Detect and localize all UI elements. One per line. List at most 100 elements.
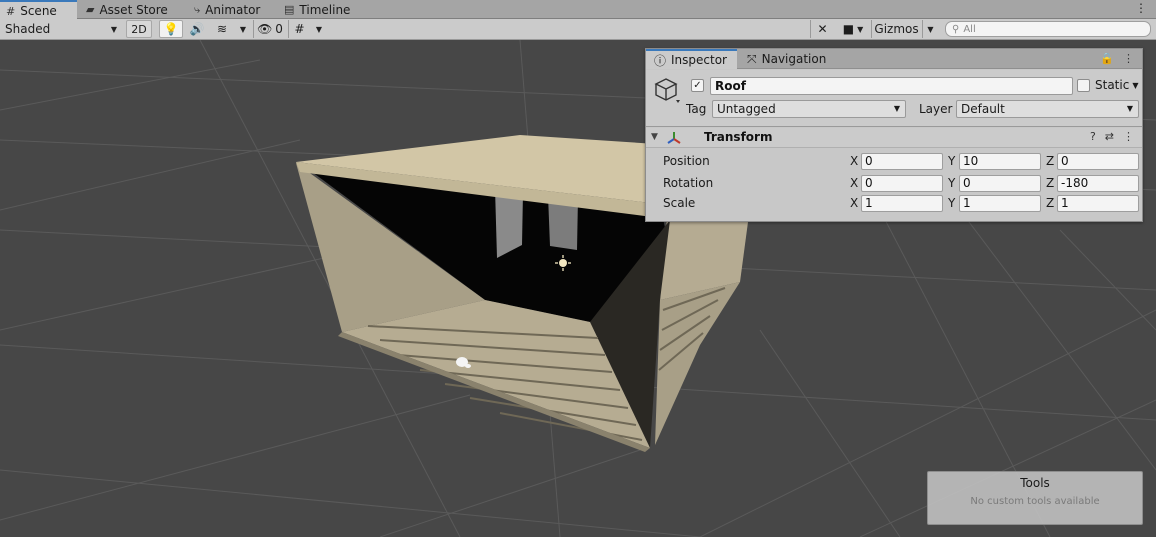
scene-toolbar: Shaded ▼ 2D 💡 🔊 ≋ ▼ 👁 0 # ▼ ✕ ■ ▼ Gizmos… <box>0 19 1156 40</box>
camera-icon: ■ <box>842 22 855 36</box>
scene-visibility-button[interactable]: 👁 0 <box>253 20 286 38</box>
chevron-down-icon: ▼ <box>927 24 934 34</box>
grid-snap-icon: # <box>294 22 305 36</box>
layer-value: Default <box>961 102 1005 116</box>
lock-icon[interactable]: 🔒 <box>1100 52 1114 65</box>
active-checkbox[interactable]: ✓ <box>691 79 704 92</box>
position-z-label: Z <box>1046 154 1055 168</box>
hidden-count: 0 <box>275 22 283 36</box>
toggle-2d-button[interactable]: 2D <box>126 20 152 38</box>
shading-mode-value: Shaded <box>5 22 51 36</box>
gameobject-header: ✓ Roof Static ▼ Tag Untagged ▼ Layer Def… <box>646 70 1142 127</box>
layers-icon: ≋ <box>216 22 228 36</box>
wrench-icon: ✕ <box>817 22 828 36</box>
rotation-label: Rotation <box>663 176 714 190</box>
tag-dropdown[interactable]: Untagged ▼ <box>712 100 906 118</box>
gizmos-dropdown[interactable]: ▼ <box>922 20 938 38</box>
tab-asset-store[interactable]: ▰ Asset Store <box>80 0 174 19</box>
camera-settings-button[interactable]: ■ ▼ <box>836 20 870 38</box>
lighting-toggle-button[interactable]: 💡 <box>159 20 183 38</box>
position-x-field[interactable]: 0 <box>861 153 943 170</box>
tab-scene[interactable]: # Scene <box>0 0 77 20</box>
transform-component-header[interactable]: ▼ Transform ? ⇄ ⋮ <box>646 128 1142 148</box>
animator-icon: ⤷ <box>194 2 201 16</box>
grid-toggle-button[interactable]: # <box>288 20 310 38</box>
tab-scene-label: Scene <box>20 4 57 18</box>
search-icon: ⚲ <box>952 23 960 35</box>
rotation-x-label: X <box>850 176 859 190</box>
rotation-x-field[interactable]: 0 <box>861 175 943 192</box>
static-dropdown[interactable]: Static ▼ <box>1095 78 1138 92</box>
position-y-label: Y <box>948 154 956 168</box>
rotation-y-label: Y <box>948 176 956 190</box>
position-row: Position X 0 Y 10 Z 0 <box>646 152 1142 172</box>
tag-label: Tag <box>686 102 707 116</box>
tools-overlay[interactable]: Tools No custom tools available <box>927 471 1143 525</box>
tab-timeline[interactable]: ▤ Timeline <box>278 0 356 19</box>
effects-dropdown[interactable]: ▼ <box>236 20 250 38</box>
bag-icon: ▰ <box>86 3 95 16</box>
scale-y-field[interactable]: 1 <box>959 195 1041 212</box>
transform-icon <box>667 132 681 144</box>
chevron-down-icon: ▼ <box>857 24 864 34</box>
more-options-icon[interactable]: ⋮ <box>1123 130 1134 143</box>
scene-search-input[interactable]: ⚲ All <box>945 21 1151 37</box>
scale-x-field[interactable]: 1 <box>861 195 943 212</box>
rotation-row: Rotation X 0 Y 0 Z -180 <box>646 174 1142 194</box>
film-icon: ▤ <box>284 3 295 16</box>
grid-dropdown[interactable]: ▼ <box>312 20 326 38</box>
inspector-tab-actions: 🔒 ⋮ <box>1100 52 1134 65</box>
rotation-z-label: Z <box>1046 176 1055 190</box>
eye-slash-icon: 👁 <box>257 22 273 36</box>
scale-row: Scale X 1 Y 1 Z 1 <box>646 194 1142 214</box>
tab-inspector[interactable]: ⓘ Inspector <box>646 49 737 69</box>
rotation-z-field[interactable]: -180 <box>1057 175 1139 192</box>
scale-label: Scale <box>663 196 696 210</box>
tab-navigation[interactable]: ⤧ Navigation <box>739 49 834 69</box>
chevron-down-icon: ▼ <box>110 24 117 34</box>
static-checkbox[interactable] <box>1077 79 1090 92</box>
layer-label: Layer <box>919 102 953 116</box>
position-y-field[interactable]: 10 <box>959 153 1041 170</box>
scale-y-label: Y <box>948 196 956 210</box>
layer-dropdown[interactable]: Default ▼ <box>956 100 1139 118</box>
gizmos-button[interactable]: Gizmos <box>871 20 921 38</box>
chevron-down-icon: ▼ <box>239 24 247 34</box>
tab-navigation-label: Navigation <box>761 52 827 66</box>
more-options-icon[interactable]: ⋮ <box>1123 52 1134 65</box>
transform-actions: ? ⇄ ⋮ <box>1090 130 1134 143</box>
tag-value: Untagged <box>717 102 776 116</box>
cube-icon[interactable] <box>652 76 680 104</box>
navigation-icon: ⤧ <box>747 51 757 66</box>
shading-mode-dropdown[interactable]: Shaded ▼ <box>2 20 120 38</box>
position-x-label: X <box>850 154 859 168</box>
object-name-field[interactable]: Roof <box>710 77 1073 95</box>
info-icon: ⓘ <box>654 53 667 68</box>
lightbulb-icon: 💡 <box>163 22 179 36</box>
scale-z-label: Z <box>1046 196 1055 210</box>
tools-overlay-title: Tools <box>1020 476 1050 490</box>
rotation-y-field[interactable]: 0 <box>959 175 1041 192</box>
chevron-down-icon: ▼ <box>1126 104 1133 113</box>
tab-animator-label: Animator <box>205 2 261 17</box>
speaker-icon: 🔊 <box>189 22 205 36</box>
static-label: Static <box>1095 78 1130 92</box>
inspector-tab-bar: ⓘ Inspector ⤧ Navigation 🔒 ⋮ <box>646 49 1142 69</box>
chevron-down-icon: ▼ <box>1132 80 1139 90</box>
foldout-arrow-icon[interactable]: ▼ <box>651 132 658 142</box>
audio-toggle-button[interactable]: 🔊 <box>186 20 208 38</box>
tab-timeline-label: Timeline <box>299 2 351 17</box>
tools-toggle-button[interactable]: ✕ <box>810 20 834 38</box>
scale-z-field[interactable]: 1 <box>1057 195 1139 212</box>
chevron-down-icon: ▼ <box>315 24 323 34</box>
tab-animator[interactable]: ⤷ Animator <box>188 0 266 19</box>
tab-asset-store-label: Asset Store <box>99 2 168 17</box>
transform-title: Transform <box>704 130 773 144</box>
help-icon[interactable]: ? <box>1090 130 1096 143</box>
position-z-field[interactable]: 0 <box>1057 153 1139 170</box>
inspector-panel: ⓘ Inspector ⤧ Navigation 🔒 ⋮ ✓ Roof Stat… <box>645 48 1143 222</box>
more-options-icon[interactable]: ⋮ <box>1135 1 1147 15</box>
tools-overlay-message: No custom tools available <box>970 496 1100 507</box>
preset-icon[interactable]: ⇄ <box>1105 130 1114 143</box>
effects-toggle-button[interactable]: ≋ <box>210 20 234 38</box>
